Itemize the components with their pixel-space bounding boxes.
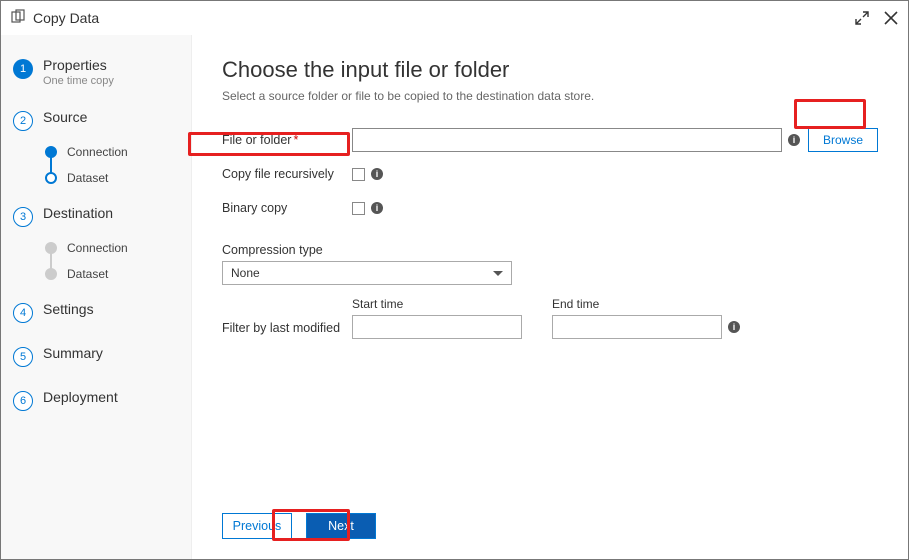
- destination-substeps: Connection Dataset: [45, 235, 191, 287]
- next-button[interactable]: Next: [306, 513, 376, 539]
- step-sublabel: One time copy: [43, 75, 114, 87]
- title-bar: Copy Data: [1, 1, 908, 35]
- step-label: Deployment: [43, 389, 118, 405]
- copy-recursive-row: Copy file recursively i: [222, 161, 878, 187]
- browse-button[interactable]: Browse: [808, 128, 878, 152]
- info-icon[interactable]: i: [371, 168, 383, 180]
- substep-dest-dataset[interactable]: Dataset: [45, 261, 191, 287]
- step-number: 2: [13, 111, 33, 131]
- end-time-label: End time: [552, 297, 722, 311]
- info-icon[interactable]: i: [371, 202, 383, 214]
- previous-button[interactable]: Previous: [222, 513, 292, 539]
- step-settings[interactable]: 4 Settings: [1, 297, 191, 331]
- step-label: Properties: [43, 57, 114, 73]
- step-label: Settings: [43, 301, 94, 317]
- step-summary[interactable]: 5 Summary: [1, 341, 191, 375]
- compression-block: Compression type None: [222, 243, 878, 285]
- substep-label: Dataset: [67, 267, 108, 281]
- substep-dot: [45, 242, 57, 254]
- step-label: Summary: [43, 345, 103, 361]
- step-source[interactable]: 2 Source: [1, 105, 191, 139]
- start-time-label: Start time: [352, 297, 522, 311]
- compression-select[interactable]: None: [222, 261, 512, 285]
- substep-label: Connection: [67, 241, 128, 255]
- page-subtitle: Select a source folder or file to be cop…: [222, 89, 878, 103]
- step-destination[interactable]: 3 Destination: [1, 201, 191, 235]
- step-number: 3: [13, 207, 33, 227]
- step-label: Source: [43, 109, 87, 125]
- binary-copy-checkbox[interactable]: [352, 202, 365, 215]
- substep-dot: [45, 172, 57, 184]
- wizard-footer: Previous Next: [222, 503, 878, 539]
- highlight-browse: [794, 99, 866, 129]
- file-or-folder-row: File or folder* i Browse: [222, 127, 878, 153]
- step-number: 6: [13, 391, 33, 411]
- substep-label: Dataset: [67, 171, 108, 185]
- app-icon: [11, 9, 27, 28]
- step-number: 1: [13, 59, 33, 79]
- compression-value: None: [231, 266, 260, 280]
- page-title: Choose the input file or folder: [222, 57, 878, 83]
- source-substeps: Connection Dataset: [45, 139, 191, 191]
- copy-recursive-label: Copy file recursively: [222, 167, 352, 181]
- end-time-input[interactable]: [552, 315, 722, 339]
- file-or-folder-input[interactable]: [352, 128, 782, 152]
- substep-dot: [45, 268, 57, 280]
- step-properties[interactable]: 1 Properties One time copy: [1, 53, 191, 95]
- filter-row: Filter by last modified Start time End t…: [222, 297, 878, 339]
- step-label: Destination: [43, 205, 113, 221]
- file-or-folder-label: File or folder*: [222, 133, 352, 147]
- info-icon[interactable]: i: [788, 134, 800, 146]
- substep-dot: [45, 146, 57, 158]
- compression-label: Compression type: [222, 243, 878, 257]
- filter-label: Filter by last modified: [222, 321, 352, 335]
- binary-copy-row: Binary copy i: [222, 195, 878, 221]
- substep-source-dataset[interactable]: Dataset: [45, 165, 191, 191]
- wizard-sidebar: 1 Properties One time copy 2 Source Conn…: [1, 35, 192, 559]
- step-number: 5: [13, 347, 33, 367]
- binary-copy-label: Binary copy: [222, 201, 352, 215]
- substep-label: Connection: [67, 145, 128, 159]
- maximize-icon[interactable]: [854, 10, 870, 26]
- copy-data-wizard: Copy Data 1 Properties One time copy 2: [0, 0, 909, 560]
- start-time-input[interactable]: [352, 315, 522, 339]
- copy-recursive-checkbox[interactable]: [352, 168, 365, 181]
- substep-dest-connection[interactable]: Connection: [45, 235, 191, 261]
- chevron-down-icon: [493, 271, 503, 276]
- close-icon[interactable]: [884, 11, 898, 25]
- step-deployment[interactable]: 6 Deployment: [1, 385, 191, 419]
- info-icon[interactable]: i: [728, 321, 740, 333]
- main-panel: Choose the input file or folder Select a…: [192, 35, 908, 559]
- window-title: Copy Data: [33, 10, 99, 26]
- step-number: 4: [13, 303, 33, 323]
- substep-source-connection[interactable]: Connection: [45, 139, 191, 165]
